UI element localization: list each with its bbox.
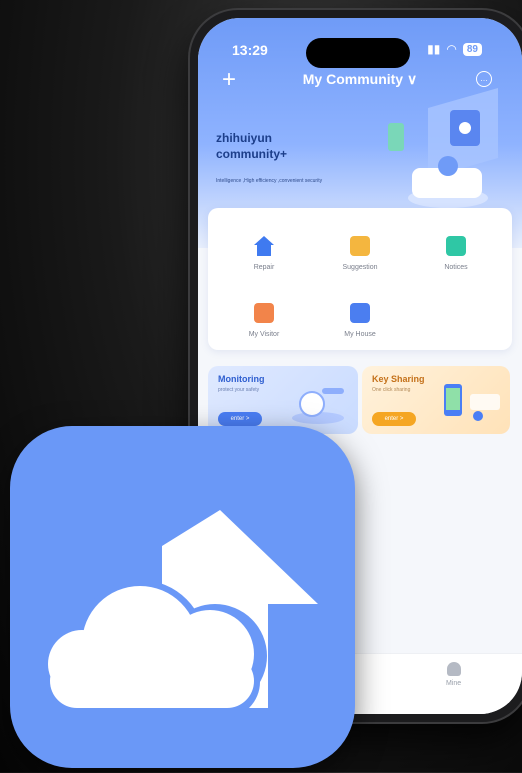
monitoring-title: Monitoring xyxy=(218,374,265,384)
battery-indicator: 89 xyxy=(462,42,482,56)
wifi-icon: ◠ xyxy=(446,42,457,56)
camera-icon xyxy=(292,388,344,424)
cloud-home-logo-icon xyxy=(48,510,318,718)
key-sharing-enter-button[interactable]: enter > xyxy=(372,412,416,426)
chevron-down-icon: ∨ xyxy=(406,71,418,87)
service-suggestion[interactable]: Suggestion xyxy=(320,236,400,271)
service-label: My Visitor xyxy=(248,331,280,338)
chat-icon xyxy=(350,236,370,256)
building-icon xyxy=(350,303,370,323)
service-label: My House xyxy=(344,331,376,338)
monitoring-enter-button[interactable]: enter > xyxy=(218,412,262,426)
key-sharing-title: Key Sharing xyxy=(372,374,425,384)
tab-mine[interactable]: Mine xyxy=(446,662,461,687)
service-label: Repair xyxy=(253,264,275,271)
monitoring-card[interactable]: Monitoring protect your safety enter > xyxy=(208,366,358,434)
service-my-visitor[interactable]: My Visitor xyxy=(224,303,304,338)
house-icon xyxy=(254,236,274,256)
status-time: 13:29 xyxy=(232,42,268,58)
phone-key-icon xyxy=(444,384,500,421)
app-icon xyxy=(10,426,355,768)
monitoring-subtitle: protect your safety xyxy=(218,387,260,393)
service-label: Suggestion xyxy=(342,264,378,271)
services-card: Repair Suggestion Notices My Visitor My … xyxy=(208,208,512,350)
service-my-house[interactable]: My House xyxy=(320,303,400,338)
community-selector[interactable]: My Community ∨ xyxy=(198,71,522,88)
tab-label: Mine xyxy=(446,680,462,687)
service-repair[interactable]: Repair xyxy=(224,236,304,271)
status-indicators: ▮▮ ◠ 89 xyxy=(427,42,482,56)
service-label: Notices xyxy=(444,264,468,271)
dynamic-island xyxy=(306,38,410,68)
key-sharing-subtitle: One click sharing xyxy=(372,387,411,393)
service-notices[interactable]: Notices xyxy=(416,236,496,271)
key-sharing-card[interactable]: Key Sharing One click sharing enter > xyxy=(362,366,510,434)
community-title: My Community xyxy=(302,71,404,87)
banner-subtitle: Intelligence ,High efficiency ,convenien… xyxy=(216,178,323,184)
user-icon xyxy=(446,662,461,676)
signal-icon: ▮▮ xyxy=(427,42,441,56)
message-icon[interactable]: … xyxy=(476,71,492,87)
visitor-icon xyxy=(254,303,274,323)
security-illustration-icon xyxy=(388,88,498,208)
banner-title: zhihuiyun community+ xyxy=(216,131,288,161)
notice-icon xyxy=(446,236,466,256)
